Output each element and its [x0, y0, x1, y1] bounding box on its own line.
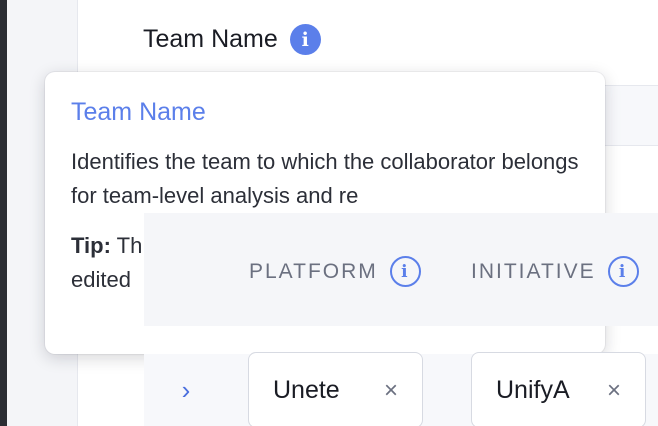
- column-header-initiative: INITIATIVE i: [471, 256, 639, 287]
- row-divider: [600, 85, 658, 86]
- platform-chip[interactable]: Unete ×: [248, 352, 423, 426]
- tooltip-title: Team Name: [71, 98, 206, 126]
- close-icon[interactable]: ×: [384, 379, 398, 403]
- chevron-right-icon[interactable]: ›: [176, 376, 196, 404]
- info-icon[interactable]: i: [389, 256, 421, 287]
- close-icon[interactable]: ×: [607, 379, 621, 403]
- tooltip-tip-text: Th: [110, 233, 143, 258]
- column-header-platform: PLATFORM i: [249, 256, 421, 287]
- info-icon[interactable]: i: [289, 24, 321, 55]
- initiative-chip[interactable]: UnifyA ×: [471, 352, 646, 426]
- field-label-text: Team Name: [143, 25, 278, 53]
- column-header-label: PLATFORM: [249, 259, 378, 283]
- tooltip-description: Identifies the team to which the collabo…: [71, 149, 579, 208]
- column-header-label: INITIATIVE: [471, 259, 596, 283]
- chip-value: Unete: [273, 375, 340, 404]
- tooltip-tip-text-2: edited: [71, 267, 131, 292]
- tooltip-tip-label: Tip:: [71, 233, 111, 258]
- info-icon[interactable]: i: [607, 256, 639, 287]
- window-edge: [0, 0, 7, 426]
- row-divider: [600, 145, 658, 146]
- background-table-row: [600, 85, 658, 145]
- field-label-team-name: Team Name i: [143, 24, 321, 55]
- chip-value: UnifyA: [496, 375, 570, 404]
